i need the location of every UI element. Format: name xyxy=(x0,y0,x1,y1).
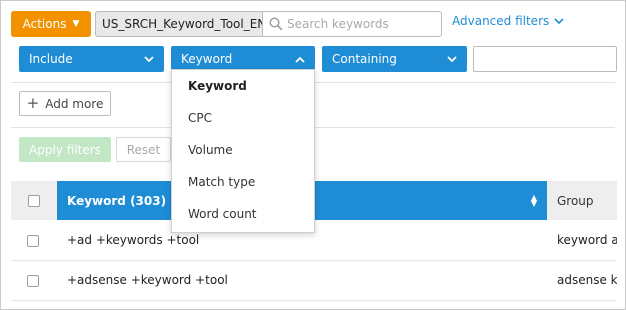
dropdown-option-word-count[interactable]: Word count xyxy=(172,198,314,230)
include-select-label: Include xyxy=(29,52,73,66)
group-cell: adsense ke xyxy=(557,273,617,287)
chevron-down-icon xyxy=(447,55,457,62)
select-all-checkbox[interactable] xyxy=(28,194,40,207)
chevron-down-icon xyxy=(554,17,564,24)
keyword-manager-panel: Actions ▼ US_SRCH_Keyword_Tool_EN Advanc… xyxy=(0,0,626,310)
table-row: +adsense +keyword +tool adsense ke xyxy=(11,261,617,301)
add-more-label: Add more xyxy=(45,96,104,111)
dropdown-option-volume[interactable]: Volume xyxy=(172,134,314,166)
search-field[interactable] xyxy=(262,11,442,37)
apply-filters-button[interactable]: Apply filters xyxy=(19,137,111,162)
condition-select-label: Containing xyxy=(332,52,397,66)
field-select-label: Keyword xyxy=(181,52,233,66)
row-checkbox[interactable] xyxy=(27,275,39,287)
row-checkbox[interactable] xyxy=(27,235,39,247)
search-icon xyxy=(269,17,283,31)
add-more-button[interactable]: + Add more xyxy=(19,91,111,116)
reset-button[interactable]: Reset xyxy=(116,137,171,162)
field-dropdown-menu: Keyword CPC Volume Match type Word count xyxy=(171,69,315,233)
keyword-cell: +ad +keywords +tool xyxy=(67,233,200,247)
advanced-filters-link[interactable]: Advanced filters xyxy=(452,14,564,28)
chevron-up-icon xyxy=(295,56,305,63)
group-cell: keyword ad xyxy=(557,233,617,247)
select-all-cell xyxy=(11,181,57,220)
condition-select[interactable]: Containing xyxy=(322,46,467,72)
sort-icon[interactable]: ▲ ▼ xyxy=(531,193,537,207)
actions-button[interactable]: Actions ▼ xyxy=(11,11,91,37)
filter-value-input[interactable] xyxy=(473,46,617,72)
dropdown-option-match-type[interactable]: Match type xyxy=(172,166,314,198)
chevron-down-icon: ▼ xyxy=(72,19,80,29)
actions-label: Actions xyxy=(22,17,67,31)
chevron-down-icon xyxy=(144,55,154,62)
advanced-filters-label: Advanced filters xyxy=(452,14,550,28)
dropdown-option-keyword[interactable]: Keyword xyxy=(172,70,314,102)
keyword-cell: +adsense +keyword +tool xyxy=(67,273,228,287)
include-select[interactable]: Include xyxy=(19,46,164,72)
search-input[interactable] xyxy=(287,17,437,31)
keyword-list-tag[interactable]: US_SRCH_Keyword_Tool_EN xyxy=(95,11,262,37)
keyword-header-label: Keyword (303) xyxy=(67,193,167,208)
dropdown-option-cpc[interactable]: CPC xyxy=(172,102,314,134)
plus-icon: + xyxy=(26,94,40,112)
group-column-header[interactable]: Group xyxy=(547,181,617,220)
